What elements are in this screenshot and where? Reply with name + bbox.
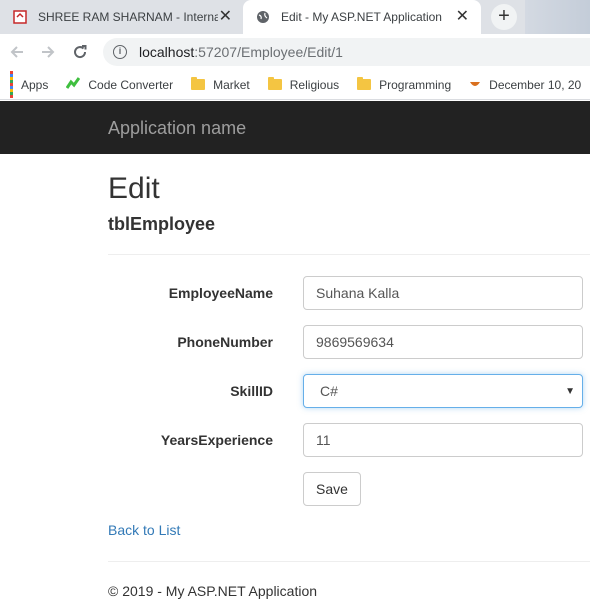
employee-name-input[interactable]: Suhana Kalla	[303, 276, 583, 310]
bookmark-label: Apps	[21, 77, 49, 92]
site-favicon-icon	[12, 9, 28, 25]
bookmark-label: Market	[213, 77, 250, 92]
url-host: localhost	[139, 44, 195, 60]
page-title: Edit	[108, 172, 160, 205]
employee-name-value: Suhana Kalla	[316, 285, 400, 301]
phone-number-label: PhoneNumber	[177, 334, 273, 350]
apps-grid-icon	[10, 71, 13, 98]
bookmark-religious[interactable]: Religious	[267, 77, 340, 92]
back-to-list-link[interactable]: Back to List	[108, 522, 180, 538]
bookmark-december[interactable]: December 10, 20	[469, 77, 581, 92]
folder-icon	[191, 77, 206, 90]
bookmark-programming[interactable]: Programming	[357, 77, 452, 92]
tab-edit-employee[interactable]: Edit - My ASP.NET Application ✕	[243, 0, 481, 34]
url-path: :57207/Employee/Edit/1	[194, 44, 343, 60]
skill-id-label: SkillID	[230, 383, 273, 399]
tab-shree-ram-sharnam[interactable]: SHREE RAM SHARNAM - Internat ✕	[0, 0, 244, 34]
reload-icon[interactable]	[68, 40, 92, 64]
years-experience-input[interactable]: 11	[303, 423, 583, 457]
divider	[108, 561, 590, 562]
bookmark-market[interactable]: Market	[191, 77, 250, 92]
forward-arrow-icon[interactable]	[36, 40, 60, 64]
phone-number-input[interactable]: 9869569634	[303, 325, 583, 359]
bookmark-label: December 10, 20	[489, 77, 582, 92]
dropdown-caret-icon: ▼	[565, 386, 575, 397]
divider	[108, 254, 590, 255]
new-tab-button[interactable]: +	[491, 4, 517, 30]
bookmark-label: Religious	[289, 77, 340, 92]
back-arrow-icon[interactable]	[5, 40, 29, 64]
page-subtitle: tblEmployee	[108, 214, 216, 234]
address-bar[interactable]: i localhost:57207/Employee/Edit/1	[103, 38, 590, 66]
bookmarks-bar: Apps Code Converter Market Religious Pro…	[0, 70, 590, 100]
bookmark-apps[interactable]: Apps	[10, 71, 48, 98]
info-icon[interactable]: i	[113, 45, 127, 59]
background-tab[interactable]	[525, 0, 590, 34]
skill-id-select[interactable]: C# ▼	[303, 374, 583, 408]
save-button[interactable]: Save	[303, 472, 361, 506]
browser-toolbar: i localhost:57207/Employee/Edit/1	[0, 34, 590, 70]
code-converter-icon	[66, 76, 81, 93]
years-experience-value: 11	[316, 432, 331, 448]
bookmark-code-converter[interactable]: Code Converter	[66, 76, 173, 93]
bookmark-label: Programming	[379, 77, 452, 92]
employee-name-label: EmployeeName	[168, 285, 273, 301]
footer-text: © 2019 - My ASP.NET Application	[108, 583, 318, 599]
close-tab-icon[interactable]: ✕	[219, 9, 232, 25]
tab-title: Edit - My ASP.NET Application	[281, 10, 442, 24]
globe-icon	[255, 9, 271, 25]
folder-icon	[357, 77, 372, 90]
navbar-brand-link[interactable]: Application name	[108, 118, 246, 139]
app-navbar: Application name	[0, 101, 590, 154]
close-tab-icon[interactable]: ✕	[456, 9, 469, 25]
bookmark-label: Code Converter	[88, 77, 174, 92]
phone-number-value: 9869569634	[316, 334, 394, 350]
bookmark-page-icon	[469, 77, 481, 92]
years-experience-label: YearsExperience	[160, 432, 273, 448]
tab-strip: SHREE RAM SHARNAM - Internat ✕ Edit - My…	[0, 0, 590, 34]
tab-title: SHREE RAM SHARNAM - Internat	[38, 10, 218, 24]
skill-id-selected-value: C#	[320, 383, 338, 399]
folder-icon	[267, 77, 282, 90]
